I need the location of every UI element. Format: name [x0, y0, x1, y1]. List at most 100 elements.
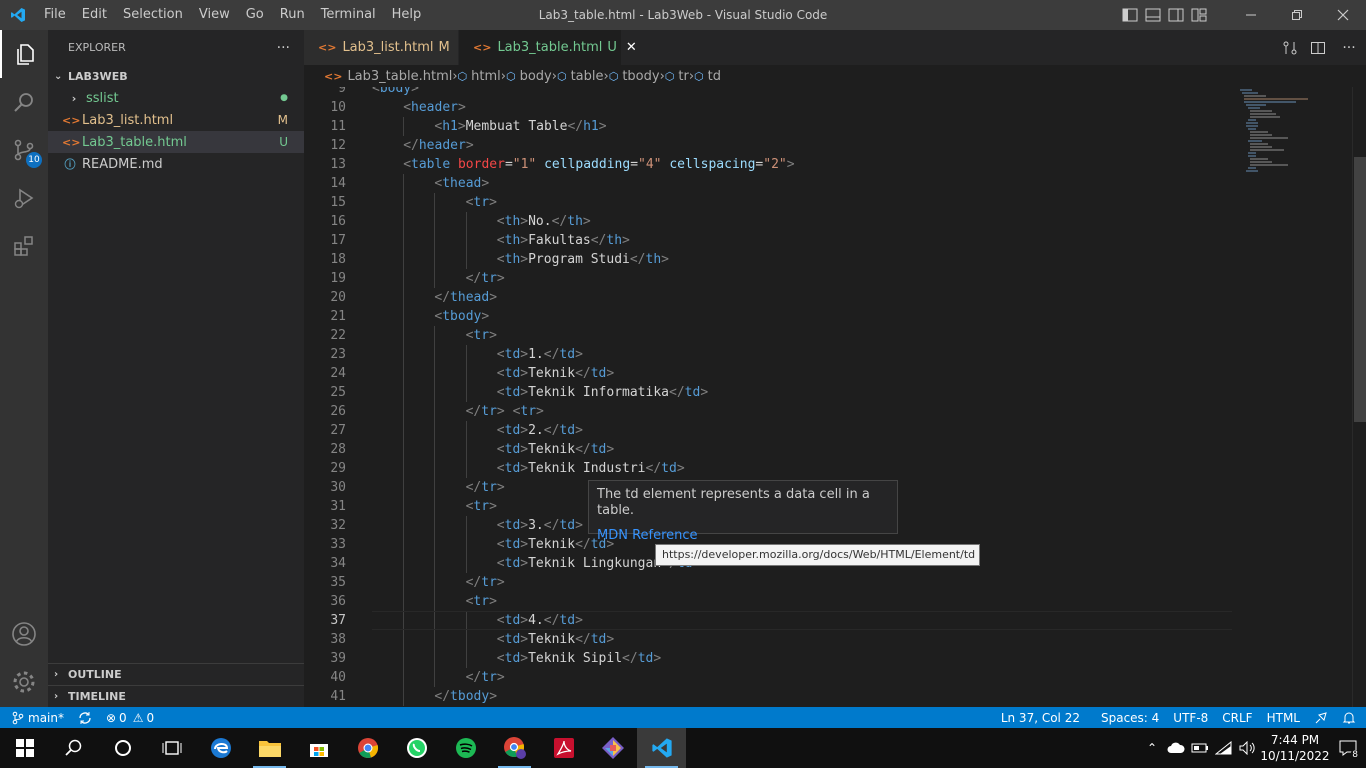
editor-scrollbar[interactable]	[1352, 87, 1366, 707]
windows-start-icon[interactable]	[0, 728, 49, 768]
wifi-icon[interactable]	[1212, 728, 1236, 768]
clock[interactable]: 7:44 PM 10/11/2022	[1260, 732, 1330, 764]
code-line[interactable]: 37 <td>4.</td>	[304, 611, 1236, 630]
minimize-button[interactable]	[1228, 0, 1274, 30]
breadcrumb-tbody[interactable]: ⬡ tbody	[609, 69, 660, 84]
encoding[interactable]: UTF-8	[1166, 707, 1215, 728]
spotify-icon[interactable]	[441, 728, 490, 768]
code-line[interactable]: 10 <header>	[304, 98, 1236, 117]
branch-indicator[interactable]: main*	[0, 707, 71, 728]
problems-indicator[interactable]: ⊗ 0 ⚠ 0	[99, 707, 161, 728]
cortana-icon[interactable]	[98, 728, 147, 768]
whatsapp-icon[interactable]	[392, 728, 441, 768]
code-line[interactable]: 20 </thead>	[304, 288, 1236, 307]
volume-icon[interactable]	[1236, 728, 1260, 768]
code-line[interactable]: 15 <tr>	[304, 193, 1236, 212]
tree-item-sslist[interactable]: › sslist ●	[48, 87, 304, 109]
menu-help[interactable]: Help	[384, 0, 430, 30]
sync-icon[interactable]	[71, 707, 99, 728]
search-taskbar-icon[interactable]	[49, 728, 98, 768]
tree-item-lab3-list[interactable]: <> Lab3_list.html M	[48, 109, 304, 131]
show-hidden-icons-icon[interactable]: ⌃	[1140, 728, 1164, 768]
breadcrumb-body[interactable]: ⬡ body	[506, 69, 552, 84]
code-editor[interactable]: 9 <body> 10 <header> 11 <h1>Membuat Table</h1…	[304, 87, 1236, 707]
code-line[interactable]: 16 <th>No.</th>	[304, 212, 1236, 231]
search-icon[interactable]	[0, 78, 48, 126]
code-line[interactable]: 35 </tr>	[304, 573, 1236, 592]
code-line[interactable]: 11 <h1>Membuat Table</h1>	[304, 117, 1236, 136]
restore-button[interactable]	[1274, 0, 1320, 30]
mdn-reference-link[interactable]: MDN Reference	[597, 528, 889, 544]
chrome-profile-icon[interactable]	[490, 728, 539, 768]
code-line[interactable]: 41 </tbody>	[304, 687, 1236, 706]
code-line[interactable]: 29 <td>Teknik Industri</td>	[304, 459, 1236, 478]
menu-run[interactable]: Run	[272, 0, 313, 30]
end-of-line[interactable]: CRLF	[1215, 707, 1259, 728]
minimap[interactable]	[1236, 87, 1352, 707]
code-line[interactable]: 39 <td>Teknik Sipil</td>	[304, 649, 1236, 668]
tab-lab3-table[interactable]: <> Lab3_table.html U ✕	[459, 30, 637, 65]
code-line[interactable]: 26 </tr> <tr>	[304, 402, 1236, 421]
menu-terminal[interactable]: Terminal	[313, 0, 384, 30]
toggle-panel-icon[interactable]	[1141, 0, 1164, 30]
acrobat-icon[interactable]	[539, 728, 588, 768]
edge-browser-icon[interactable]	[196, 728, 245, 768]
menu-file[interactable]: File	[36, 0, 74, 30]
close-tab-icon[interactable]: ✕	[626, 40, 637, 55]
toggle-secondary-sidebar-icon[interactable]	[1164, 0, 1187, 30]
feedback-icon[interactable]	[1307, 707, 1335, 728]
workspace-section[interactable]: ⌄ LAB3WEB	[48, 65, 304, 87]
vscode-taskbar-icon[interactable]	[637, 728, 686, 768]
close-window-button[interactable]	[1320, 0, 1366, 30]
open-changes-icon[interactable]	[1276, 33, 1304, 63]
code-line[interactable]: 40 </tr>	[304, 668, 1236, 687]
code-line[interactable]: 12 </header>	[304, 136, 1236, 155]
chrome-icon[interactable]	[343, 728, 392, 768]
tree-item-readme[interactable]: ⓘ README.md	[48, 153, 304, 175]
code-line[interactable]: 38 <td>Teknik</td>	[304, 630, 1236, 649]
code-line[interactable]: 9 <body>	[304, 87, 1236, 98]
source-control-icon[interactable]: 10	[0, 126, 48, 174]
split-editor-icon[interactable]	[1304, 33, 1332, 63]
accounts-icon[interactable]	[0, 610, 48, 658]
file-explorer-icon[interactable]	[245, 728, 294, 768]
breadcrumb-file[interactable]: <> Lab3_table.html	[324, 69, 452, 84]
more-actions-icon[interactable]: ···	[1332, 33, 1366, 63]
code-line[interactable]: 23 <td>1.</td>	[304, 345, 1236, 364]
code-line[interactable]: 14 <thead>	[304, 174, 1236, 193]
task-view-icon[interactable]	[147, 728, 196, 768]
git-gui-icon[interactable]	[588, 728, 637, 768]
toggle-primary-sidebar-icon[interactable]	[1118, 0, 1141, 30]
scroll-thumb[interactable]	[1354, 157, 1366, 422]
code-line[interactable]: 21 <tbody>	[304, 307, 1236, 326]
settings-gear-icon[interactable]	[0, 658, 48, 706]
breadcrumb-table[interactable]: ⬡ table	[557, 69, 604, 84]
code-line[interactable]: 22 <tr>	[304, 326, 1236, 345]
code-line[interactable]: 19 </tr>	[304, 269, 1236, 288]
microsoft-store-icon[interactable]	[294, 728, 343, 768]
language-mode[interactable]: HTML	[1260, 707, 1307, 728]
breadcrumb-tr[interactable]: ⬡ tr	[665, 69, 689, 84]
menu-go[interactable]: Go	[238, 0, 272, 30]
code-line[interactable]: 25 <td>Teknik Informatika</td>	[304, 383, 1236, 402]
outline-section[interactable]: › OUTLINE	[48, 663, 304, 685]
onedrive-cloud-icon[interactable]	[1164, 728, 1188, 768]
code-line[interactable]: 18 <th>Program Studi</th>	[304, 250, 1236, 269]
battery-icon[interactable]	[1188, 728, 1212, 768]
code-line[interactable]: 28 <td>Teknik</td>	[304, 440, 1236, 459]
more-actions-icon[interactable]: ···	[277, 40, 290, 56]
menu-edit[interactable]: Edit	[74, 0, 115, 30]
breadcrumb-td[interactable]: ⬡ td	[694, 69, 721, 84]
indentation[interactable]: Spaces: 4	[1094, 707, 1166, 728]
explorer-icon[interactable]	[0, 30, 48, 78]
tree-item-lab3-table[interactable]: <> Lab3_table.html U	[48, 131, 304, 153]
cursor-position[interactable]: Ln 37, Col 22	[994, 707, 1094, 728]
tab-lab3-list[interactable]: <> Lab3_list.html M	[304, 30, 459, 65]
action-center-icon[interactable]: 8	[1330, 728, 1366, 768]
code-line[interactable]: 24 <td>Teknik</td>	[304, 364, 1236, 383]
breadcrumb-html[interactable]: ⬡ html	[458, 69, 501, 84]
code-line[interactable]: 17 <th>Fakultas</th>	[304, 231, 1236, 250]
run-debug-icon[interactable]	[0, 174, 48, 222]
menu-view[interactable]: View	[191, 0, 238, 30]
extensions-icon[interactable]	[0, 222, 48, 270]
